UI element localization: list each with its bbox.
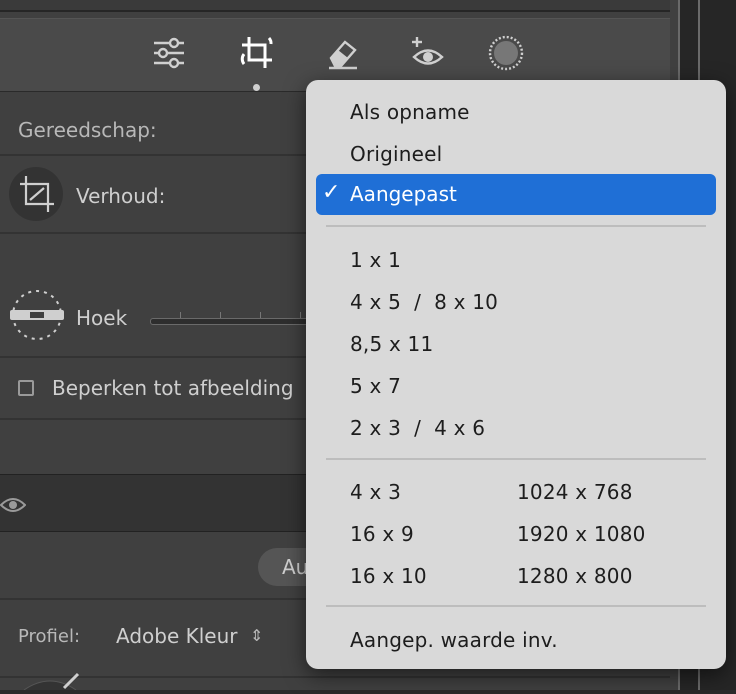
ratio-label: Verhoud: bbox=[76, 184, 166, 208]
menu-item-enter-custom[interactable]: Aangep. waarde inv. bbox=[350, 628, 558, 652]
menu-item-ratio[interactable]: 8,5 x 11 bbox=[350, 332, 433, 356]
slider-tick bbox=[220, 312, 221, 318]
menu-item-ratio[interactable]: 1920 x 1080 bbox=[517, 522, 646, 546]
auto-button-label: Au bbox=[282, 555, 309, 579]
menu-item-ratio[interactable]: 1 x 1 bbox=[350, 248, 401, 272]
menu-item-ratio[interactable]: 4 x 3 bbox=[350, 480, 401, 504]
menu-item-custom-selected[interactable]: ✓ Aangepast bbox=[316, 174, 716, 215]
top-strip bbox=[0, 0, 670, 12]
aspect-ratio-menu: Als opname Origineel ✓ Aangepast 1 x 1 4… bbox=[306, 80, 726, 669]
menu-item-ratio[interactable]: 2 x 3 / 4 x 6 bbox=[350, 416, 485, 440]
constrain-checkbox[interactable] bbox=[18, 380, 34, 396]
crop-rotate-icon[interactable] bbox=[237, 33, 277, 73]
brush-icon bbox=[20, 672, 84, 694]
menu-item-as-shot[interactable]: Als opname bbox=[350, 100, 470, 124]
selected-label: Aangepast bbox=[350, 182, 457, 206]
angle-label: Hoek bbox=[76, 306, 128, 330]
active-tool-indicator bbox=[253, 84, 260, 91]
slider-tick bbox=[180, 312, 181, 318]
checkmark-icon: ✓ bbox=[322, 180, 341, 205]
sliders-icon[interactable] bbox=[149, 33, 189, 73]
profile-label: Profiel: bbox=[18, 626, 81, 647]
menu-item-ratio[interactable]: 16 x 10 bbox=[350, 564, 427, 588]
tools-label: Gereedschap: bbox=[18, 118, 157, 142]
eraser-icon[interactable] bbox=[322, 33, 362, 73]
slider-tick bbox=[300, 312, 301, 318]
angle-slider[interactable] bbox=[150, 318, 322, 325]
menu-item-ratio[interactable]: 4 x 5 / 8 x 10 bbox=[350, 290, 498, 314]
menu-item-ratio[interactable]: 5 x 7 bbox=[350, 374, 401, 398]
visibility-eye-icon[interactable] bbox=[0, 495, 27, 519]
profile-select[interactable]: Adobe Kleur bbox=[116, 624, 238, 648]
menu-item-ratio[interactable]: 16 x 9 bbox=[350, 522, 414, 546]
menu-item-original[interactable]: Origineel bbox=[350, 142, 442, 166]
menu-separator bbox=[326, 605, 706, 607]
ratio-tool-icon[interactable] bbox=[8, 166, 64, 226]
constrain-label: Beperken tot afbeelding bbox=[52, 376, 294, 400]
mask-icon[interactable] bbox=[486, 33, 526, 73]
menu-item-ratio[interactable]: 1280 x 800 bbox=[517, 564, 633, 588]
level-icon[interactable] bbox=[8, 286, 66, 348]
menu-item-ratio[interactable]: 1024 x 768 bbox=[517, 480, 633, 504]
slider-tick bbox=[260, 312, 261, 318]
menu-separator bbox=[326, 225, 706, 227]
profile-chevron-icon[interactable]: ⇕ bbox=[250, 626, 263, 645]
redeye-icon[interactable] bbox=[408, 33, 448, 73]
menu-separator bbox=[326, 458, 706, 460]
